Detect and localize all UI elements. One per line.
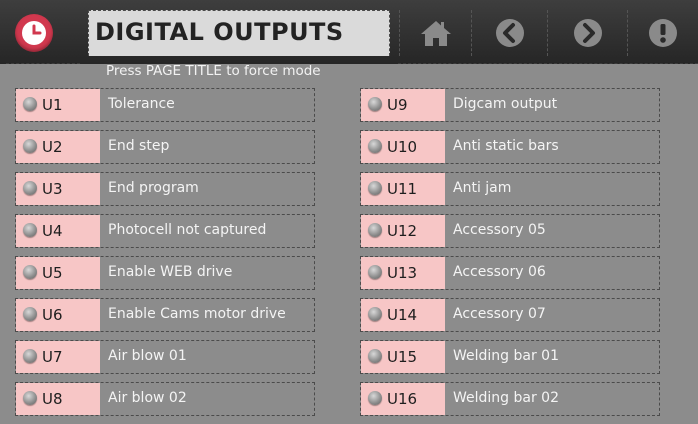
output-label: Photocell not captured bbox=[108, 222, 267, 238]
led-indicator-icon bbox=[368, 349, 382, 363]
force-mode-hint: Press PAGE TITLE to force mode bbox=[106, 63, 321, 79]
led-indicator-icon bbox=[23, 139, 37, 153]
info-button[interactable] bbox=[627, 10, 698, 56]
led-indicator-icon bbox=[23, 391, 37, 405]
output-label: Anti jam bbox=[453, 180, 512, 196]
home-icon bbox=[420, 21, 451, 46]
output-code: U13 bbox=[387, 264, 418, 282]
output-code: U4 bbox=[42, 222, 63, 240]
output-label: Accessory 06 bbox=[453, 264, 546, 280]
output-row[interactable]: U1 Tolerance bbox=[15, 88, 315, 122]
output-row[interactable]: U5 Enable WEB drive bbox=[15, 256, 315, 290]
output-row[interactable]: U6 Enable Cams motor drive bbox=[15, 298, 315, 332]
output-row[interactable]: U16 Welding bar 02 bbox=[360, 382, 660, 416]
led-indicator-icon bbox=[368, 139, 382, 153]
output-code: U6 bbox=[42, 306, 63, 324]
led-indicator-icon bbox=[368, 391, 382, 405]
output-label: End step bbox=[108, 138, 170, 154]
output-code: U16 bbox=[387, 390, 418, 408]
output-label: Enable Cams motor drive bbox=[108, 306, 286, 322]
page-title: DIGITAL OUTPUTS bbox=[95, 18, 344, 46]
output-code: U2 bbox=[42, 138, 63, 156]
output-code: U11 bbox=[387, 180, 418, 198]
output-label: Anti static bars bbox=[453, 138, 559, 154]
output-row[interactable]: U13 Accessory 06 bbox=[360, 256, 660, 290]
led-indicator-icon bbox=[23, 223, 37, 237]
output-code: U3 bbox=[42, 180, 63, 198]
output-row[interactable]: U7 Air blow 01 bbox=[15, 340, 315, 374]
output-code: U14 bbox=[387, 306, 418, 324]
back-button[interactable] bbox=[471, 10, 547, 56]
output-code: U1 bbox=[42, 96, 63, 114]
led-indicator-icon bbox=[23, 307, 37, 321]
led-indicator-icon bbox=[368, 265, 382, 279]
output-label: Accessory 05 bbox=[453, 222, 546, 238]
clock-icon bbox=[22, 21, 46, 45]
output-row[interactable]: U4 Photocell not captured bbox=[15, 214, 315, 248]
output-label: Tolerance bbox=[108, 96, 175, 112]
output-row[interactable]: U15 Welding bar 01 bbox=[360, 340, 660, 374]
output-code: U9 bbox=[387, 96, 408, 114]
clock-button[interactable] bbox=[15, 14, 53, 52]
led-indicator-icon bbox=[368, 223, 382, 237]
output-code: U10 bbox=[387, 138, 418, 156]
output-label: Welding bar 02 bbox=[453, 390, 559, 406]
output-label: Air blow 01 bbox=[108, 348, 187, 364]
back-icon bbox=[495, 19, 524, 47]
output-label: Air blow 02 bbox=[108, 390, 187, 406]
output-code: U12 bbox=[387, 222, 418, 240]
output-row[interactable]: U2 End step bbox=[15, 130, 315, 164]
output-row[interactable]: U3 End program bbox=[15, 172, 315, 206]
output-row[interactable]: U10 Anti static bars bbox=[360, 130, 660, 164]
page-title-button[interactable]: DIGITAL OUTPUTS bbox=[88, 10, 390, 56]
led-indicator-icon bbox=[23, 181, 37, 195]
info-icon bbox=[649, 19, 677, 47]
forward-icon bbox=[573, 19, 602, 47]
led-indicator-icon bbox=[23, 97, 37, 111]
output-row[interactable]: U12 Accessory 05 bbox=[360, 214, 660, 248]
output-code: U7 bbox=[42, 348, 63, 366]
outputs-column-left: U1 Tolerance U2 End step U3 End program … bbox=[15, 88, 315, 424]
led-indicator-icon bbox=[368, 307, 382, 321]
output-label: Welding bar 01 bbox=[453, 348, 559, 364]
output-row[interactable]: U9 Digcam output bbox=[360, 88, 660, 122]
led-indicator-icon bbox=[23, 265, 37, 279]
output-code: U8 bbox=[42, 390, 63, 408]
output-label: Accessory 07 bbox=[453, 306, 546, 322]
home-button[interactable] bbox=[399, 10, 471, 56]
output-code: U5 bbox=[42, 264, 63, 282]
bar-divider bbox=[398, 58, 698, 64]
output-code: U15 bbox=[387, 348, 418, 366]
output-label: End program bbox=[108, 180, 199, 196]
output-label: Digcam output bbox=[453, 96, 558, 112]
screen: DIGITAL OUTPUTS Press PAGE TITLE to forc… bbox=[0, 0, 698, 424]
forward-button[interactable] bbox=[547, 10, 627, 56]
output-row[interactable]: U14 Accessory 07 bbox=[360, 298, 660, 332]
output-row[interactable]: U11 Anti jam bbox=[360, 172, 660, 206]
top-bar: DIGITAL OUTPUTS bbox=[0, 0, 698, 64]
led-indicator-icon bbox=[368, 97, 382, 111]
bar-divider bbox=[6, 58, 80, 64]
output-label: Enable WEB drive bbox=[108, 264, 233, 280]
output-row[interactable]: U8 Air blow 02 bbox=[15, 382, 315, 416]
led-indicator-icon bbox=[368, 181, 382, 195]
led-indicator-icon bbox=[23, 349, 37, 363]
outputs-column-right: U9 Digcam output U10 Anti static bars U1… bbox=[360, 88, 660, 424]
